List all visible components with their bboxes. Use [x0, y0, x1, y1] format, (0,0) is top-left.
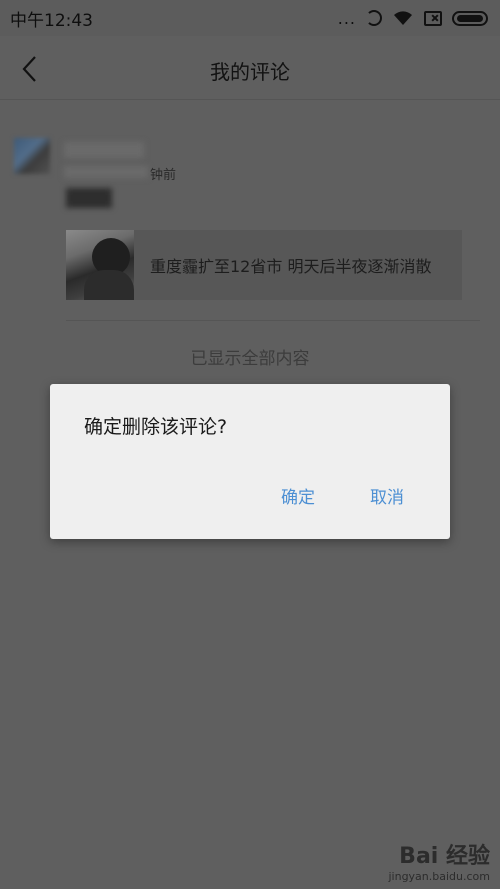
comment-time-blurred	[64, 166, 148, 178]
no-sim-icon	[424, 10, 442, 26]
status-bar: 中午12:43 ...	[0, 0, 500, 36]
avatar[interactable]	[14, 138, 50, 174]
status-time: 中午12:43	[10, 10, 93, 31]
sync-icon	[366, 10, 382, 26]
watermark-logo: Bai 经验	[399, 844, 490, 869]
delete-confirm-dialog: 确定删除该评论? 确定 取消	[50, 384, 450, 539]
page-title: 我的评论	[210, 60, 290, 84]
list-end-message: 已显示全部内容	[190, 349, 310, 369]
cancel-button[interactable]: 取消	[370, 483, 404, 508]
wifi-icon	[394, 11, 412, 25]
header: 我的评论	[0, 36, 500, 100]
confirm-button[interactable]: 确定	[281, 483, 315, 508]
status-icons: ...	[338, 9, 488, 28]
more-dots-icon: ...	[337, 8, 356, 28]
article-thumbnail	[66, 230, 134, 300]
divider	[66, 320, 480, 321]
watermark: Bai 经验 jingyan.baidu.com	[388, 838, 490, 883]
dialog-message: 确定删除该评论?	[84, 416, 228, 438]
watermark-url: jingyan.baidu.com	[388, 870, 490, 883]
comment-text-blurred	[66, 188, 112, 208]
comment-time: 钟前	[150, 168, 177, 183]
battery-icon	[452, 10, 488, 26]
article-title: 重度霾扩至12省市 明天后半夜逐渐消散	[150, 257, 432, 276]
username-blurred	[64, 142, 144, 158]
article-card[interactable]: 重度霾扩至12省市 明天后半夜逐渐消散	[66, 230, 462, 300]
